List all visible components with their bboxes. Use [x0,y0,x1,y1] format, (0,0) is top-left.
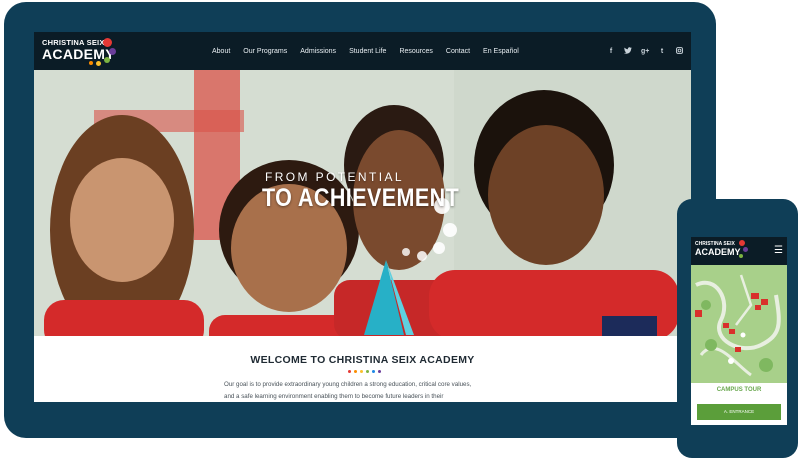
divider-dot [372,370,375,373]
campus-map[interactable] [691,265,787,383]
logo-dot-orange [89,61,93,65]
tablet-device: CHRISTINA SEIX ACADEMY About Our Program… [4,2,716,438]
welcome-body: Our goal is to provide extraordinary you… [224,379,514,402]
divider-dot [354,370,357,373]
divider-dot [360,370,363,373]
tumblr-icon[interactable]: t [658,48,666,55]
welcome-divider-dots [348,370,381,373]
welcome-title: WELCOME TO CHRISTINA SEIX ACADEMY [250,354,475,366]
twitter-icon[interactable] [624,46,632,56]
top-nav: CHRISTINA SEIX ACADEMY About Our Program… [34,32,691,70]
facebook-icon[interactable]: f [607,48,615,55]
divider-dot [366,370,369,373]
logo-dot-red [103,38,112,47]
phone-device: CHRISTINA SEIX ACADEMY ☰ CAMPUS TOUR A. … [677,199,798,458]
instagram-icon[interactable] [675,46,683,56]
welcome-body-line-2: and a safe learning environment enabling… [224,393,444,400]
mobile-logo-dot-green [739,254,743,258]
google-plus-icon[interactable]: g+ [641,48,649,55]
phone-screen: CHRISTINA SEIX ACADEMY ☰ CAMPUS TOUR A. … [691,237,787,425]
hamburger-menu-icon[interactable]: ☰ [774,245,783,256]
campus-tour-heading: CAMPUS TOUR [716,387,762,393]
welcome-section: WELCOME TO CHRISTINA SEIX ACADEMY Our go… [34,336,691,402]
mobile-logo-line-2: ACADEMY [695,247,741,257]
social-links: f g+ t [607,32,683,70]
logo-dot-yellow [96,61,101,66]
campus-map-illustration [691,265,787,383]
main-menu: About Our Programs Admissions Student Li… [212,32,532,70]
academy-logo[interactable]: CHRISTINA SEIX ACADEMY [42,37,118,67]
tablet-screen: CHRISTINA SEIX ACADEMY About Our Program… [34,32,691,402]
mobile-logo-dot-red [739,240,745,246]
hero-banner: FROM POTENTIAL TO ACHIEVEMENT [34,70,691,336]
nav-our-programs[interactable]: Our Programs [243,48,287,55]
hero-tagline-big: TO ACHIEVEMENT [262,184,460,212]
mobile-logo-dot-purple [743,247,748,252]
nav-student-life[interactable]: Student Life [349,48,386,55]
nav-resources[interactable]: Resources [399,48,432,55]
logo-dot-green [104,57,110,63]
mobile-nav: CHRISTINA SEIX ACADEMY ☰ [691,237,787,265]
logo-dot-purple [109,48,116,55]
nav-en-espanol[interactable]: En Español [483,48,519,55]
nav-admissions[interactable]: Admissions [300,48,336,55]
nav-about[interactable]: About [212,48,230,55]
entrance-button[interactable]: A. ENTRANCE [697,404,781,420]
welcome-body-line-1: Our goal is to provide extraordinary you… [224,381,472,388]
divider-dot [378,370,381,373]
nav-contact[interactable]: Contact [446,48,470,55]
divider-dot [348,370,351,373]
hero-tagline-small: FROM POTENTIAL [265,170,404,184]
